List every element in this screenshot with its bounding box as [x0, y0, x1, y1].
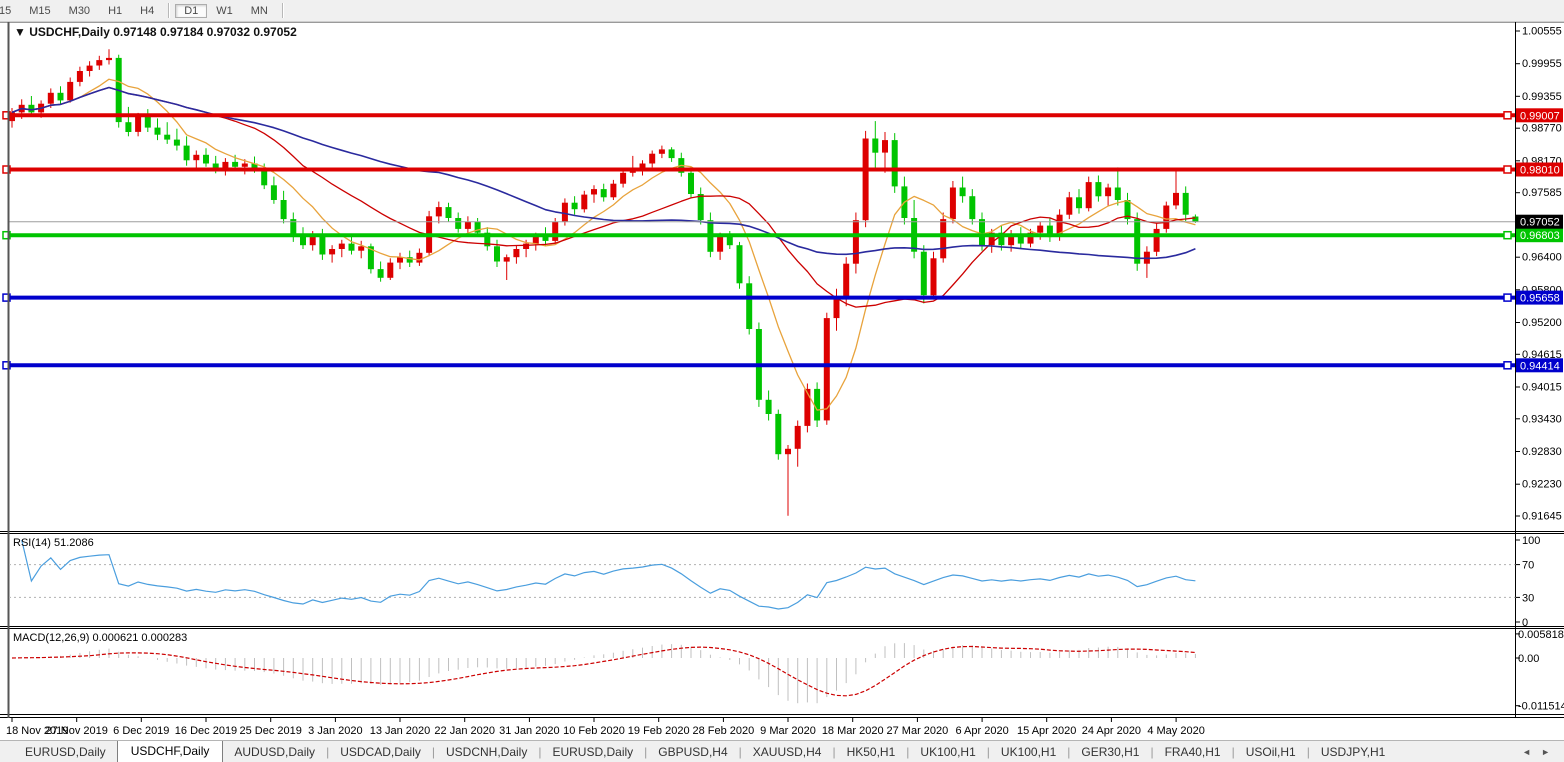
- svg-text:19 Feb 2020: 19 Feb 2020: [628, 725, 690, 737]
- chart-tab-eurusd-daily[interactable]: EURUSD,Daily: [541, 743, 644, 761]
- svg-text:24 Apr 2020: 24 Apr 2020: [1082, 725, 1141, 737]
- chart-tab-uk100-h1[interactable]: UK100,H1: [909, 743, 986, 761]
- svg-text:0.96400: 0.96400: [1522, 252, 1562, 264]
- chart-tab-gbpusd-h4[interactable]: GBPUSD,H4: [647, 743, 738, 761]
- chart-tab-xauusd-h4[interactable]: XAUUSD,H4: [742, 743, 833, 761]
- svg-text:0.93430: 0.93430: [1522, 413, 1562, 425]
- svg-text:31 Jan 2020: 31 Jan 2020: [499, 725, 560, 737]
- svg-text:70: 70: [1522, 560, 1534, 572]
- macd-label: MACD(12,26,9) 0.000621 0.000283: [13, 632, 187, 644]
- tab-scroll-left-icon[interactable]: ◄: [1522, 747, 1531, 757]
- svg-text:0.91645: 0.91645: [1522, 511, 1562, 523]
- svg-text:0.98770: 0.98770: [1522, 123, 1562, 135]
- timeframe-button-W1[interactable]: W1: [207, 4, 242, 18]
- chart-tabs: EURUSD,DailyUSDCHF,DailyAUDUSD,Daily|USD…: [0, 741, 1508, 762]
- svg-text:13 Jan 2020: 13 Jan 2020: [370, 725, 431, 737]
- svg-text:0.00: 0.00: [1518, 653, 1539, 665]
- chart-tab-hk50-h1[interactable]: HK50,H1: [836, 743, 907, 761]
- mt4-window: 15M15M30H1H4 D1W1MN 1.00555 0.99955 0.99355…: [0, 0, 1564, 762]
- price-badge-0.95658: 0.95658: [1516, 291, 1563, 305]
- svg-text:22 Jan 2020: 22 Jan 2020: [434, 725, 495, 737]
- tab-scroll-buttons: ◄►: [1508, 747, 1564, 757]
- svg-text:0.99355: 0.99355: [1522, 91, 1562, 103]
- chart-tab-audusd-daily[interactable]: AUDUSD,Daily: [223, 743, 326, 761]
- svg-text:27 Mar 2020: 27 Mar 2020: [887, 725, 949, 737]
- svg-text:6 Apr 2020: 6 Apr 2020: [955, 725, 1008, 737]
- svg-text:25 Dec 2019: 25 Dec 2019: [240, 725, 302, 737]
- chart-tab-usoil-h1[interactable]: USOil,H1: [1235, 743, 1307, 761]
- svg-text:9 Mar 2020: 9 Mar 2020: [760, 725, 816, 737]
- svg-text:0.97585: 0.97585: [1522, 187, 1562, 199]
- svg-text:0.95200: 0.95200: [1522, 317, 1562, 329]
- chart-tab-usdcnh-daily[interactable]: USDCNH,Daily: [435, 743, 538, 761]
- svg-text:0.94414: 0.94414: [1520, 360, 1560, 372]
- chart-tab-eurusd-daily[interactable]: EURUSD,Daily: [14, 743, 117, 761]
- chart-tab-ger30-h1[interactable]: GER30,H1: [1070, 743, 1150, 761]
- svg-text:0.94015: 0.94015: [1522, 382, 1562, 394]
- price-badge-0.98010: 0.98010: [1516, 163, 1563, 177]
- timeframe-button-H4[interactable]: H4: [131, 4, 163, 18]
- timeframe-button-M30[interactable]: M30: [60, 4, 99, 18]
- svg-text:0.92230: 0.92230: [1522, 479, 1562, 491]
- toolbar-separator: [282, 3, 284, 18]
- svg-text:3 Jan 2020: 3 Jan 2020: [308, 725, 362, 737]
- svg-text:0.005818: 0.005818: [1518, 629, 1564, 641]
- chart-tab-usdjpy-h1[interactable]: USDJPY,H1: [1310, 743, 1396, 761]
- svg-text:0.95658: 0.95658: [1520, 293, 1560, 305]
- chart-tab-usdchf-daily[interactable]: USDCHF,Daily: [117, 741, 224, 762]
- svg-text:-0.011514: -0.011514: [1518, 701, 1564, 713]
- chart-tab-fra40-h1[interactable]: FRA40,H1: [1154, 743, 1232, 761]
- price-chart[interactable]: 1.005550.999550.993550.987700.981700.975…: [0, 22, 1564, 740]
- svg-text:0.97052: 0.97052: [1520, 217, 1560, 229]
- timeframe-button-M15[interactable]: M15: [20, 4, 59, 18]
- svg-text:100: 100: [1522, 535, 1540, 547]
- svg-text:28 Feb 2020: 28 Feb 2020: [693, 725, 755, 737]
- price-badge-0.94414: 0.94414: [1516, 358, 1563, 372]
- svg-text:0: 0: [1522, 617, 1528, 629]
- rsi-label: RSI(14) 51.2086: [13, 537, 94, 549]
- svg-text:0.96803: 0.96803: [1520, 230, 1560, 242]
- price-badge-0.96803: 0.96803: [1516, 228, 1563, 242]
- timeframe-button-15[interactable]: 15: [0, 4, 20, 18]
- svg-text:0.99007: 0.99007: [1520, 110, 1560, 122]
- svg-text:1.00555: 1.00555: [1522, 26, 1562, 38]
- chart-tab-uk100-h1[interactable]: UK100,H1: [990, 743, 1067, 761]
- timeframe-button-D1[interactable]: D1: [175, 4, 207, 18]
- chart-tab-usdcad-daily[interactable]: USDCAD,Daily: [329, 743, 432, 761]
- svg-text:10 Feb 2020: 10 Feb 2020: [563, 725, 625, 737]
- timeframe-button-H1[interactable]: H1: [99, 4, 131, 18]
- price-badge-0.99007: 0.99007: [1516, 108, 1563, 122]
- svg-text:15 Apr 2020: 15 Apr 2020: [1017, 725, 1076, 737]
- svg-text:4 May 2020: 4 May 2020: [1147, 725, 1204, 737]
- timeframe-button-MN[interactable]: MN: [242, 4, 277, 18]
- svg-text:18 Mar 2020: 18 Mar 2020: [822, 725, 884, 737]
- svg-text:30: 30: [1522, 592, 1534, 604]
- price-badge-0.97052: 0.97052: [1516, 215, 1563, 229]
- svg-text:6 Dec 2019: 6 Dec 2019: [113, 725, 169, 737]
- chart-title[interactable]: ▼ USDCHF,Daily 0.97148 0.97184 0.97032 0…: [14, 25, 297, 39]
- chart-tab-bar: EURUSD,DailyUSDCHF,DailyAUDUSD,Daily|USD…: [0, 740, 1564, 762]
- svg-text:0.98010: 0.98010: [1520, 165, 1560, 177]
- tab-scroll-right-icon[interactable]: ►: [1541, 747, 1550, 757]
- svg-text:0.99955: 0.99955: [1522, 58, 1562, 70]
- timeframe-toolbar: 15M15M30H1H4 D1W1MN: [0, 0, 1564, 22]
- toolbar-separator: [168, 3, 170, 18]
- svg-text:27 Nov 2019: 27 Nov 2019: [46, 725, 108, 737]
- svg-text:0.92830: 0.92830: [1522, 446, 1562, 458]
- svg-text:16 Dec 2019: 16 Dec 2019: [175, 725, 237, 737]
